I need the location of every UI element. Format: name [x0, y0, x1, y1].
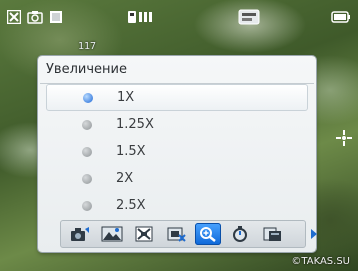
- radio-selected-icon: [83, 92, 93, 103]
- timer-icon[interactable]: [163, 223, 189, 245]
- menu-title: Увеличение: [46, 62, 127, 77]
- settings-toolbar: [60, 220, 317, 248]
- zoom-option-label: 1X: [117, 90, 135, 105]
- radio-unselected-icon: [82, 146, 92, 157]
- zoom-option-2x[interactable]: 2X: [46, 165, 308, 192]
- resolution-icon: [126, 8, 156, 25]
- scene-landscape-icon[interactable]: [99, 223, 125, 245]
- zoom-option-1-25x[interactable]: 1.25X: [46, 111, 308, 138]
- zoom-menu: Увеличение 1X 1.25X 1.5X 2X 2.5X: [38, 56, 317, 252]
- chevron-right-icon[interactable]: [311, 229, 317, 239]
- zoom-option-label: 1.25X: [116, 117, 154, 132]
- camera-mode-icon: [26, 8, 44, 25]
- radio-unselected-icon: [82, 200, 92, 211]
- self-timer-icon[interactable]: [227, 223, 253, 245]
- zoom-option-label: 2.5X: [116, 198, 146, 213]
- watermark-text: ©TAKAS.SU: [291, 256, 350, 267]
- close-icon[interactable]: [6, 8, 22, 25]
- zoom-option-label: 2X: [116, 171, 134, 186]
- radio-unselected-icon: [82, 173, 92, 184]
- zoom-option-1-5x[interactable]: 1.5X: [46, 138, 308, 165]
- storage-card-icon: [237, 8, 261, 25]
- zoom-option-label: 1.5X: [116, 144, 146, 159]
- capture-mode-icon[interactable]: [67, 223, 93, 245]
- battery-icon: [330, 8, 352, 25]
- zoom-option-list: 1X 1.25X 1.5X 2X 2.5X: [46, 84, 308, 219]
- white-balance-icon: [48, 8, 64, 25]
- zoom-option-1x[interactable]: 1X: [46, 84, 308, 111]
- effect-icon[interactable]: [131, 223, 157, 245]
- focus-frame-icon: [334, 128, 354, 148]
- storage-icon[interactable]: [259, 223, 285, 245]
- camera-viewfinder: 117 Увеличение 1X 1.25X 1.5X 2X 2.5X ©TA…: [0, 0, 358, 271]
- zoom-option-2-5x[interactable]: 2.5X: [46, 192, 308, 219]
- shot-count: 117: [78, 41, 97, 52]
- radio-unselected-icon: [82, 119, 92, 130]
- zoom-icon[interactable]: [195, 223, 221, 245]
